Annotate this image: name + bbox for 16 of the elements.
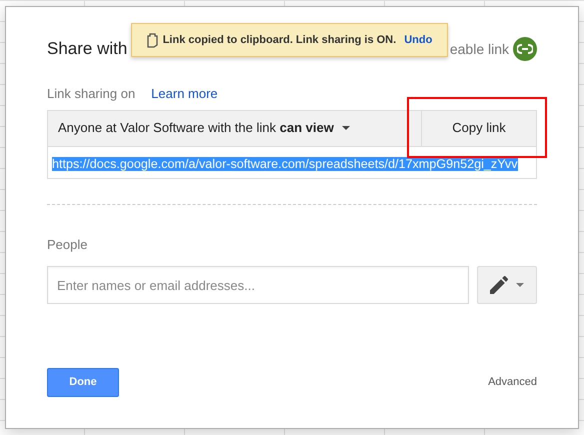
undo-link[interactable]: Undo — [404, 32, 432, 48]
learn-more-link[interactable]: Learn more — [151, 84, 218, 104]
access-dropdown[interactable]: Anyone at Valor Software with the link can view — [48, 110, 421, 146]
dialog-title: Share with — [47, 38, 128, 60]
link-icon[interactable] — [513, 37, 537, 61]
caret-icon — [516, 283, 524, 287]
link-sharing-label: Link sharing on — [47, 85, 136, 103]
shareable-link-label: eable link — [450, 40, 509, 58]
caret-icon — [342, 126, 350, 130]
clipboard-icon — [146, 32, 158, 48]
toast-message: Link copied to clipboard. Link sharing is ON. — [162, 32, 396, 48]
people-input[interactable]: Enter names or email addresses... — [47, 266, 469, 304]
people-label: People — [47, 236, 88, 254]
edit-permission-button[interactable] — [477, 266, 537, 304]
pencil-icon — [490, 276, 508, 294]
advanced-link[interactable]: Advanced — [488, 374, 537, 391]
